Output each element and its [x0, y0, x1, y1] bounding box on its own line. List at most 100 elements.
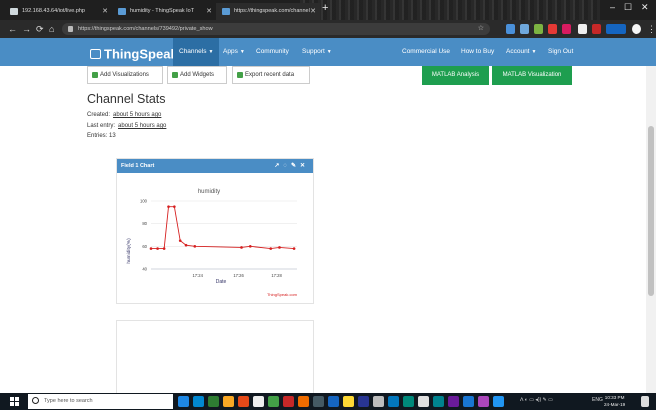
button-label: Add Widgets [180, 72, 215, 78]
app-icon[interactable] [313, 396, 324, 407]
scrollbar-thumb[interactable] [648, 126, 654, 296]
profile-icon[interactable] [606, 24, 626, 34]
extension-icon[interactable] [578, 24, 587, 34]
thingspeak-icon [118, 8, 126, 15]
nav-support[interactable]: Support ▼ [296, 38, 338, 66]
edit-pencil-icon[interactable]: ✎ [291, 163, 300, 169]
chrome-icon[interactable] [493, 396, 504, 407]
close-icon[interactable]: ✕ [300, 163, 309, 169]
x-tick-label: 17:24 [192, 273, 203, 278]
extension-icon[interactable] [520, 24, 529, 34]
add-visualizations-button[interactable]: Add Visualizations [87, 66, 163, 84]
extension-icon[interactable] [534, 24, 543, 34]
matlab-visualization-button[interactable]: MATLAB Visualization [492, 66, 572, 85]
store-icon[interactable] [193, 396, 204, 407]
app-icon[interactable] [388, 396, 399, 407]
browser-tab-1[interactable]: 192.168.43.64/iot/live.php ✕ [4, 3, 112, 20]
browser-tab-3[interactable]: https://thingspeak.com/channel ✕ [216, 3, 320, 20]
system-tray[interactable]: ᐱ ◐ ▭ ◂)) ✎ ▭ [520, 397, 553, 403]
app-icon[interactable] [403, 396, 414, 407]
clock-time: 10:33 PM [604, 395, 625, 400]
data-point [193, 245, 197, 248]
new-tab-icon[interactable]: + [322, 2, 328, 14]
extension-icon[interactable] [506, 24, 515, 34]
app-icon[interactable] [463, 396, 474, 407]
extension-icon[interactable] [592, 24, 601, 34]
nav-label: Apps [223, 48, 238, 55]
app-icon[interactable] [433, 396, 444, 407]
matlab-analysis-button[interactable]: MATLAB Analysis [422, 66, 489, 85]
edge-icon[interactable] [178, 396, 189, 407]
extension-icon[interactable] [562, 24, 571, 34]
created-row: Created: about 5 hours ago [87, 112, 161, 118]
close-window-icon[interactable]: ✕ [641, 2, 649, 13]
app-icon[interactable] [298, 396, 309, 407]
export-recent-data-button[interactable]: Export recent data [232, 66, 310, 84]
external-link-icon[interactable]: ↗ [274, 163, 283, 169]
chart-credits-link[interactable]: ThingSpeak.com [267, 292, 298, 297]
firefox-icon[interactable] [238, 396, 249, 407]
thingspeak-logo[interactable]: ThingSpeak™ [90, 43, 183, 63]
last-entry-value-link[interactable]: about 5 hours ago [118, 123, 166, 129]
reload-icon[interactable]: ⟳ [36, 23, 44, 35]
app-icon[interactable] [358, 396, 369, 407]
close-tab-icon[interactable]: ✕ [102, 3, 108, 20]
windows-start-icon[interactable] [10, 397, 20, 406]
maximize-icon[interactable]: ☐ [624, 2, 632, 13]
language-indicator[interactable]: ENG [592, 397, 603, 403]
forward-icon[interactable]: → [22, 23, 31, 35]
app-icon[interactable] [448, 396, 459, 407]
comment-icon[interactable]: ◌ [283, 163, 291, 169]
home-icon[interactable]: ⌂ [49, 23, 54, 35]
last-entry-label: Last entry: [87, 123, 116, 129]
notifications-icon[interactable] [641, 396, 649, 407]
address-bar[interactable]: https://thingspeak.com/channels/739492/p… [62, 23, 490, 35]
nav-label: Sign Out [548, 48, 574, 55]
app-icon[interactable] [268, 396, 279, 407]
file-explorer-icon[interactable] [223, 396, 234, 407]
extension-icon[interactable] [548, 24, 557, 34]
data-point [278, 246, 281, 249]
nav-channels[interactable]: Channels ▼ [173, 38, 220, 66]
caret-down-icon: ▼ [326, 49, 332, 55]
taskbar-clock[interactable]: 10:33 PM 24-Mar-19 [604, 394, 625, 408]
nav-label: How to Buy [461, 48, 495, 55]
created-value-link[interactable]: about 5 hours ago [113, 112, 161, 118]
button-label: Add Visualizations [100, 72, 149, 78]
taskbar-search-box[interactable]: Type here to search [28, 394, 173, 409]
plus-icon [172, 72, 178, 78]
app-icon[interactable] [343, 396, 354, 407]
app-icon[interactable] [478, 396, 489, 407]
button-label: Export recent data [245, 72, 295, 78]
channel-stats-heading: Channel Stats [87, 92, 166, 106]
nav-community[interactable]: Community [250, 38, 295, 66]
nav-commercial-use[interactable]: Commercial Use [396, 38, 456, 66]
minimize-icon[interactable]: – [610, 2, 615, 12]
profile-avatar-icon[interactable] [632, 24, 641, 34]
app-icon[interactable] [283, 396, 294, 407]
add-widgets-button[interactable]: Add Widgets [167, 66, 227, 84]
nav-account[interactable]: Account ▼ [500, 38, 542, 66]
microphone-icon[interactable] [160, 396, 166, 407]
nav-sign-out[interactable]: Sign Out [542, 38, 579, 66]
data-point [269, 247, 273, 250]
nav-apps[interactable]: Apps ▼ [217, 38, 251, 66]
browser-tab-2[interactable]: humidity - ThingSpeak IoT ✕ [112, 3, 216, 20]
app-icon[interactable] [208, 396, 219, 407]
close-tab-icon[interactable]: ✕ [206, 3, 212, 20]
menu-dots-icon[interactable]: ⋮ [647, 23, 656, 35]
close-tab-icon[interactable]: ✕ [310, 3, 316, 20]
app-icon[interactable] [373, 396, 384, 407]
browser-tab-bar: 192.168.43.64/iot/live.php ✕ humidity - … [0, 0, 656, 20]
app-icon[interactable] [253, 396, 264, 407]
search-placeholder: Type here to search [44, 398, 93, 404]
panel-actions: ↗◌✎✕ [274, 159, 309, 173]
back-icon[interactable]: ← [8, 23, 17, 35]
page-scrollbar[interactable] [646, 66, 656, 393]
bookmark-star-icon[interactable]: ☆ [478, 23, 484, 35]
nav-label: Account [506, 48, 530, 55]
entries-count: Entries: 13 [87, 133, 116, 139]
app-icon[interactable] [418, 396, 429, 407]
nav-how-to-buy[interactable]: How to Buy [455, 38, 500, 66]
app-icon[interactable] [328, 396, 339, 407]
